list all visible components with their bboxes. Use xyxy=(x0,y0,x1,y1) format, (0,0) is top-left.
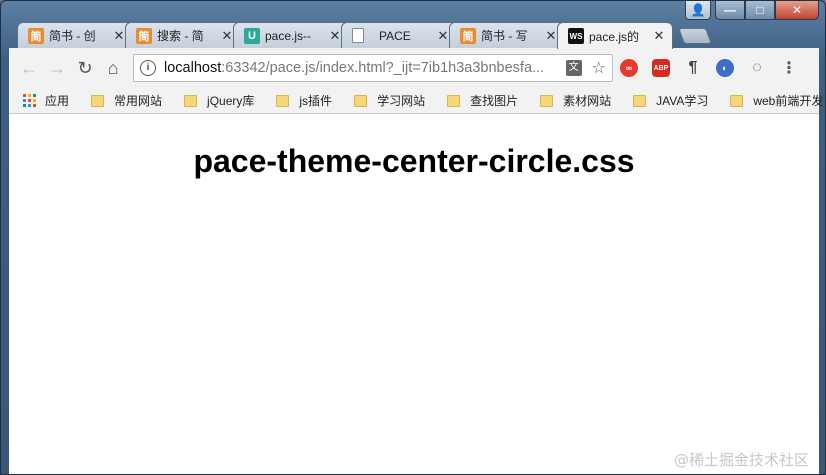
apps-grid-icon xyxy=(23,93,37,108)
tab-strip: 简 简书 - 创 ✕ 简 搜索 - 简 ✕ U pace.js-- ✕ PACE… xyxy=(17,22,712,49)
window-controls: 👤 — □ ✕ xyxy=(685,1,819,20)
bookmarks-bar: 应用 常用网站 jQuery库 js插件 学习网站 查找图片 素材网站 JAVA… xyxy=(9,88,823,114)
page-icon xyxy=(352,28,364,43)
bookmark-folder[interactable]: JAVA学习 xyxy=(625,92,708,109)
maximize-button[interactable]: □ xyxy=(745,1,775,20)
folder-icon xyxy=(447,94,461,107)
bookmark-folder[interactable]: 常用网站 xyxy=(83,92,162,109)
folder-icon xyxy=(730,94,744,107)
infinity-icon[interactable]: ∞ xyxy=(613,54,645,82)
bookmark-folder[interactable]: js插件 xyxy=(268,92,332,109)
minimize-button[interactable]: — xyxy=(715,1,745,20)
bookmark-folder[interactable]: jQuery库 xyxy=(176,92,254,109)
jianshu-favicon-icon: 简 xyxy=(136,27,152,44)
bookmark-label: jQuery库 xyxy=(207,94,255,108)
bookmark-label: js插件 xyxy=(299,94,333,108)
browser-window: 👤 — □ ✕ 简 简书 - 创 ✕ 简 搜索 - 简 ✕ U pace.js-… xyxy=(0,0,826,475)
close-tab-icon[interactable]: ✕ xyxy=(436,28,450,44)
close-window-button[interactable]: ✕ xyxy=(775,1,819,20)
folder-icon xyxy=(633,94,647,107)
folder-icon xyxy=(91,94,105,107)
close-tab-icon[interactable]: ✕ xyxy=(112,28,126,44)
bookmark-star-icon[interactable]: ☆ xyxy=(592,58,606,78)
close-tab-icon[interactable]: ✕ xyxy=(328,28,342,44)
tab-jianshu-search[interactable]: 简 搜索 - 简 ✕ xyxy=(125,22,241,48)
u-favicon-icon: U xyxy=(244,27,260,44)
bookmark-label: 应用 xyxy=(45,94,70,108)
url-path: :63342/pace.js/index.html?_ijt=7ib1h3a3b… xyxy=(221,60,545,76)
back-arrow-icon[interactable]: ← xyxy=(15,54,43,82)
address-bar[interactable]: i localhost :63342/pace.js/index.html?_i… xyxy=(133,54,613,82)
tab-pacejs[interactable]: U pace.js-- ✕ xyxy=(233,22,349,48)
tab-title: pace.js-- xyxy=(265,28,312,43)
folder-icon xyxy=(540,94,554,107)
jianshu-favicon-icon: 简 xyxy=(460,27,476,44)
webstorm-favicon-icon: WS xyxy=(568,28,584,44)
proxy-icon[interactable]: ◐ xyxy=(709,54,741,82)
page-title: pace-theme-center-circle.css xyxy=(193,143,635,179)
close-tab-icon[interactable]: ✕ xyxy=(220,28,234,44)
user-icon[interactable]: 👤 xyxy=(685,1,711,20)
close-tab-icon[interactable]: ✕ xyxy=(652,28,666,44)
folder-icon xyxy=(276,94,290,107)
close-tab-icon[interactable]: ✕ xyxy=(544,28,558,44)
bookmark-apps[interactable]: 应用 xyxy=(23,92,69,109)
reload-icon[interactable]: ↻ xyxy=(71,54,99,82)
new-tab-button[interactable] xyxy=(678,28,712,44)
translate-icon[interactable]: 文 xyxy=(565,60,582,76)
folder-icon xyxy=(184,94,198,107)
watermark: @稀土掘金技术社区 xyxy=(673,451,809,469)
bookmark-label: 素材网站 xyxy=(563,94,612,108)
menu-icon[interactable]: ⋮ xyxy=(773,54,805,82)
tab-pace[interactable]: PACE ✕ xyxy=(341,22,457,48)
jianshu-favicon-icon: 简 xyxy=(28,27,44,44)
bookmark-label: JAVA学习 xyxy=(656,94,709,108)
tab-title: pace.js的 xyxy=(589,29,640,44)
bookmark-label: 查找图片 xyxy=(470,94,519,108)
pilcrow-icon[interactable]: ¶ xyxy=(677,54,709,82)
bookmark-label: 常用网站 xyxy=(114,94,163,108)
tab-jianshu-write[interactable]: 简 简书 - 写 ✕ xyxy=(449,22,565,48)
tab-title: 简书 - 创 xyxy=(49,29,96,43)
tab-jianshu-create[interactable]: 简 简书 - 创 ✕ xyxy=(17,22,133,48)
bookmark-label: 学习网站 xyxy=(377,94,426,108)
tab-title: 简书 - 写 xyxy=(481,29,528,43)
info-icon[interactable]: i xyxy=(140,60,156,76)
forward-arrow-icon[interactable]: → xyxy=(43,54,71,82)
tab-title: 搜索 - 简 xyxy=(157,29,204,43)
page-content: pace-theme-center-circle.css @稀土掘金技术社区 xyxy=(9,114,819,474)
bookmark-folder[interactable]: 素材网站 xyxy=(532,92,611,109)
bookmark-label: web前端开发 xyxy=(753,94,824,108)
browser-toolbar: ← → ↻ ⌂ i localhost :63342/pace.js/index… xyxy=(9,48,819,88)
tab-pacejs-active[interactable]: WS pace.js的 ✕ xyxy=(557,22,673,49)
bookmark-folder[interactable]: 学习网站 xyxy=(346,92,425,109)
tab-title: PACE xyxy=(379,28,411,43)
home-icon[interactable]: ⌂ xyxy=(99,54,127,82)
url-host: localhost xyxy=(164,60,222,76)
abp-icon[interactable]: ABP xyxy=(645,54,677,82)
bookmark-folder[interactable]: web前端开发 xyxy=(722,92,823,109)
bookmark-folder[interactable]: 查找图片 xyxy=(439,92,518,109)
refresh-circle-icon[interactable]: ◌ xyxy=(741,54,773,82)
folder-icon xyxy=(354,94,368,107)
